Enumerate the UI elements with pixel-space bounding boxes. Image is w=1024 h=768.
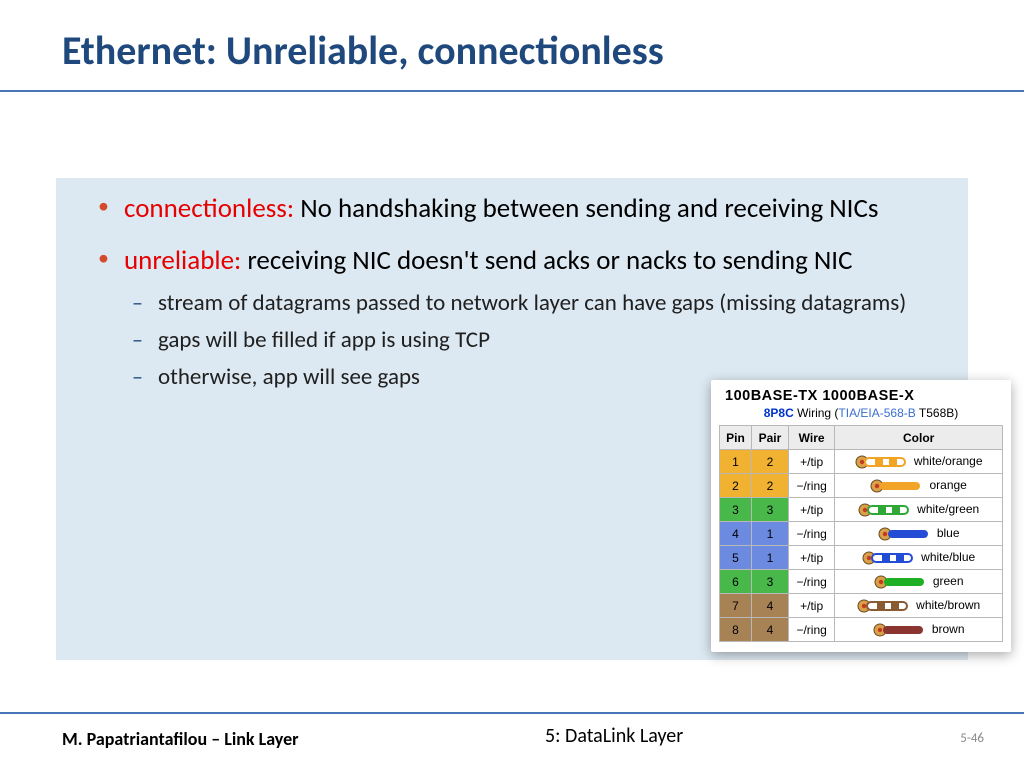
cell-pair: 1 bbox=[751, 522, 788, 546]
cell-pair: 1 bbox=[751, 546, 788, 570]
footer-divider bbox=[0, 712, 1024, 714]
cell-pair: 2 bbox=[751, 450, 788, 474]
cell-wire: −/ring bbox=[788, 618, 834, 642]
col-wire: Wire bbox=[788, 426, 834, 450]
sub-bullet-item: gaps will be filled if app is using TCP bbox=[124, 325, 940, 356]
table-row: 12+/tip white/orange bbox=[720, 450, 1003, 474]
cell-pair: 4 bbox=[751, 618, 788, 642]
cell-color: blue bbox=[835, 522, 1003, 546]
table-row: 74+/tip white/brown bbox=[720, 594, 1003, 618]
cell-pair: 3 bbox=[751, 570, 788, 594]
cell-color: white/blue bbox=[835, 546, 1003, 570]
wiring-sub-bold: 8P8C bbox=[764, 406, 794, 420]
cell-pin: 8 bbox=[720, 618, 752, 642]
wiring-card-subtitle: 8P8C Wiring (TIA/EIA-568-B T568B) bbox=[719, 406, 1003, 425]
wiring-sub-text: Wiring ( bbox=[794, 406, 839, 420]
table-row: 51+/tip white/blue bbox=[720, 546, 1003, 570]
cell-pin: 3 bbox=[720, 498, 752, 522]
col-color: Color bbox=[835, 426, 1003, 450]
wiring-sub-link: TIA/EIA-568-B bbox=[838, 406, 915, 420]
cell-pin: 4 bbox=[720, 522, 752, 546]
bullet-text: receiving NIC doesn't send acks or nacks… bbox=[241, 244, 852, 277]
cell-wire: +/tip bbox=[788, 594, 834, 618]
bullet-item: connectionless: No handshaking between s… bbox=[84, 192, 940, 226]
cell-pin: 7 bbox=[720, 594, 752, 618]
cell-color: white/green bbox=[835, 498, 1003, 522]
footer-author: M. Papatriantafilou – Link Layer bbox=[62, 728, 299, 750]
bullet-item: unreliable: receiving NIC doesn't send a… bbox=[84, 244, 940, 393]
cell-pin: 5 bbox=[720, 546, 752, 570]
cell-pin: 1 bbox=[720, 450, 752, 474]
wiring-sub-text: T568B) bbox=[916, 406, 958, 420]
cell-pair: 2 bbox=[751, 474, 788, 498]
cell-wire: −/ring bbox=[788, 522, 834, 546]
sub-bullet-list: stream of datagrams passed to network la… bbox=[124, 288, 940, 393]
footer-slide-number: 5-46 bbox=[960, 731, 984, 746]
table-header-row: Pin Pair Wire Color bbox=[720, 426, 1003, 450]
wiring-table-card: 100BASE-TX 1000BASE-X 8P8C Wiring (TIA/E… bbox=[711, 380, 1011, 652]
cell-wire: +/tip bbox=[788, 450, 834, 474]
footer-section: 5: DataLink Layer bbox=[545, 724, 683, 748]
cell-color: white/orange bbox=[835, 450, 1003, 474]
cell-color: brown bbox=[835, 618, 1003, 642]
cell-wire: +/tip bbox=[788, 546, 834, 570]
cell-pair: 3 bbox=[751, 498, 788, 522]
sub-bullet-item: stream of datagrams passed to network la… bbox=[124, 288, 940, 319]
bullet-keyword: unreliable: bbox=[124, 244, 241, 277]
cell-color: white/brown bbox=[835, 594, 1003, 618]
table-row: 63−/ring green bbox=[720, 570, 1003, 594]
cell-color: orange bbox=[835, 474, 1003, 498]
table-row: 33+/tip white/green bbox=[720, 498, 1003, 522]
title-divider bbox=[0, 90, 1024, 92]
wiring-table: Pin Pair Wire Color 12+/tip white/orange… bbox=[719, 425, 1003, 642]
cell-wire: −/ring bbox=[788, 474, 834, 498]
bullet-list: connectionless: No handshaking between s… bbox=[84, 192, 940, 393]
page-title: Ethernet: Unreliable, connectionless bbox=[62, 26, 664, 75]
cell-wire: −/ring bbox=[788, 570, 834, 594]
cell-pin: 2 bbox=[720, 474, 752, 498]
col-pin: Pin bbox=[720, 426, 752, 450]
cell-pair: 4 bbox=[751, 594, 788, 618]
table-row: 22−/ring orange bbox=[720, 474, 1003, 498]
col-pair: Pair bbox=[751, 426, 788, 450]
bullet-keyword: connectionless: bbox=[124, 192, 294, 225]
table-row: 41−/ring blue bbox=[720, 522, 1003, 546]
cell-wire: +/tip bbox=[788, 498, 834, 522]
table-row: 84−/ring brown bbox=[720, 618, 1003, 642]
cell-color: green bbox=[835, 570, 1003, 594]
wiring-card-title: 100BASE-TX 1000BASE-X bbox=[719, 386, 1003, 406]
bullet-text: No handshaking between sending and recei… bbox=[294, 192, 878, 225]
cell-pin: 6 bbox=[720, 570, 752, 594]
